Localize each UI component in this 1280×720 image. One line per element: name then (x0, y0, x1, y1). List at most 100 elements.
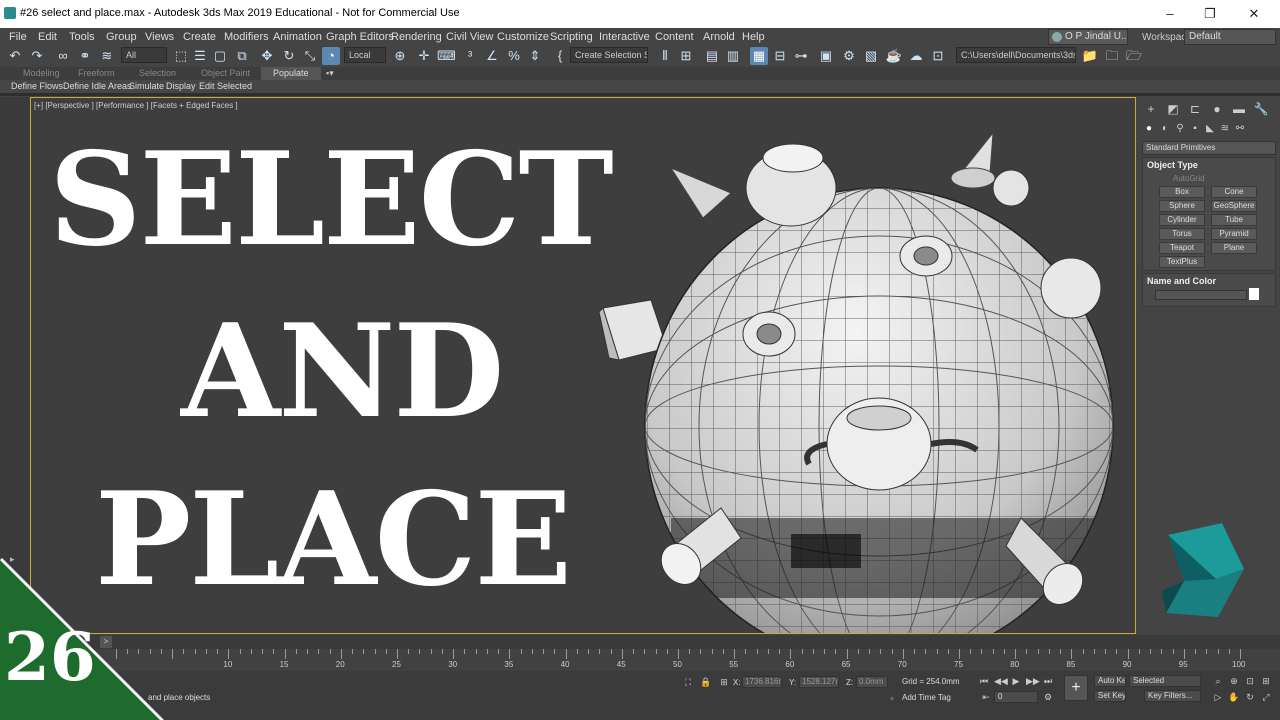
tab-selection[interactable]: Selection (139, 68, 176, 78)
render-production-icon[interactable]: ☕ (885, 47, 903, 65)
pan-view-icon[interactable]: ✋ (1228, 691, 1240, 703)
close-button[interactable]: ✕ (1234, 4, 1274, 24)
primitive-category-select[interactable]: Standard Primitives (1142, 141, 1276, 155)
cylinder-button[interactable]: Cylinder (1159, 214, 1205, 226)
keyboard-shortcut-icon[interactable]: ⌨ (437, 47, 456, 65)
textplus-button[interactable]: TextPlus (1159, 256, 1205, 268)
systems-icon[interactable]: ⚯ (1231, 121, 1249, 137)
current-frame-field[interactable]: 0 (994, 691, 1038, 703)
menu-graph-editors[interactable]: Graph Editors (326, 31, 394, 43)
menu-customize[interactable]: Customize (497, 31, 549, 43)
undo-icon[interactable]: ↶ (6, 47, 24, 65)
go-to-start-icon[interactable]: ⏮ (978, 675, 990, 687)
define-idle-areas-button[interactable]: Define Idle Areas (63, 81, 132, 91)
spinner-snap-icon[interactable]: ⇕ (526, 47, 544, 65)
menu-file[interactable]: File (9, 31, 27, 43)
align-icon[interactable]: ⊞ (677, 47, 695, 65)
menu-arnold[interactable]: Arnold (703, 31, 735, 43)
key-mode-icon[interactable]: ⇤ (980, 691, 992, 703)
user-account-dropdown[interactable]: O P Jindal U... (1048, 29, 1128, 45)
modify-tab-icon[interactable]: ◩ (1164, 101, 1182, 117)
toggle-ribbon-icon[interactable]: ▦ (750, 47, 768, 65)
autogrid-checkbox[interactable]: AutoGrid (1173, 174, 1205, 183)
zoom-all-icon[interactable]: ⊕ (1228, 675, 1240, 687)
selection-lock-icon[interactable]: 🔒 (700, 676, 712, 688)
time-slider-bar[interactable]: > (0, 635, 1280, 649)
isolate-selection-icon[interactable]: ⛶ (682, 676, 694, 688)
scene-explorer-icon[interactable]: ▤ (703, 47, 721, 65)
menu-group[interactable]: Group (106, 31, 137, 43)
bind-space-warp-icon[interactable]: ≋ (98, 47, 116, 65)
pivot-center-icon[interactable]: ⊕ (391, 47, 409, 65)
previous-frame-icon[interactable]: ◀◀ (994, 675, 1008, 687)
a360-gallery-icon[interactable]: ⊡ (929, 47, 947, 65)
percent-snap-icon[interactable]: % (505, 47, 523, 65)
rectangular-selection-icon[interactable]: ▢ (211, 47, 229, 65)
motion-tab-icon[interactable]: ● (1208, 101, 1226, 117)
link-icon[interactable]: ∞ (54, 47, 72, 65)
zoom-icon[interactable]: ⌕ (1212, 675, 1224, 687)
set-key-big-button[interactable]: + (1064, 675, 1088, 701)
curve-editor-icon[interactable]: ⊟ (771, 47, 789, 65)
tube-button[interactable]: Tube (1211, 214, 1257, 226)
key-filters-button[interactable]: Key Filters... (1144, 690, 1201, 702)
select-object-icon[interactable]: ⬚ (172, 47, 190, 65)
set-project-icon[interactable]: 🗁 (1125, 47, 1143, 65)
minimize-button[interactable]: – (1150, 4, 1190, 24)
menu-scripting[interactable]: Scripting (550, 31, 593, 43)
rotate-icon[interactable]: ↻ (280, 47, 298, 65)
menu-modifiers[interactable]: Modifiers (224, 31, 269, 43)
unlink-icon[interactable]: ⚭ (76, 47, 94, 65)
rendered-frame-window-icon[interactable]: ▧ (862, 47, 880, 65)
cone-button[interactable]: Cone (1211, 186, 1257, 198)
reference-coordinate-select[interactable]: Local (344, 47, 386, 63)
render-in-cloud-icon[interactable]: ☁ (907, 47, 925, 65)
display-button[interactable]: Display (166, 81, 196, 91)
menu-create[interactable]: Create (183, 31, 216, 43)
utilities-tab-icon[interactable]: 🔧 (1252, 101, 1270, 117)
hierarchy-tab-icon[interactable]: ⊏ (1186, 101, 1204, 117)
window-crossing-icon[interactable]: ⧉ (233, 47, 251, 65)
new-folder-icon[interactable]: 🗀 (1103, 47, 1121, 65)
redo-icon[interactable]: ↷ (28, 47, 46, 65)
auto-key-button[interactable]: Auto Key (1094, 675, 1126, 687)
ribbon-options-icon[interactable]: ▪▾ (326, 68, 334, 79)
menu-interactive[interactable]: Interactive (599, 31, 650, 43)
angle-snap-icon[interactable]: ∠ (483, 47, 501, 65)
add-time-tag-button[interactable]: Add Time Tag (902, 693, 951, 702)
field-of-view-icon[interactable]: ▷ (1212, 691, 1224, 703)
zoom-extents-icon[interactable]: ⊡ (1244, 675, 1256, 687)
open-file-icon[interactable]: 📁 (1081, 47, 1099, 65)
sphere-button[interactable]: Sphere (1159, 200, 1205, 212)
maximize-viewport-icon[interactable]: ⤢ (1260, 691, 1272, 703)
create-tab-icon[interactable]: + (1142, 101, 1160, 117)
box-button[interactable]: Box (1159, 186, 1205, 198)
torus-button[interactable]: Torus (1159, 228, 1205, 240)
menu-edit[interactable]: Edit (38, 31, 57, 43)
timeline-ruler[interactable]: 10 15 20 25 30 35 40 45 50 55 60 65 70 75 80 85 90 95 100 (0, 649, 1280, 671)
menu-tools[interactable]: Tools (69, 31, 95, 43)
workspace-select[interactable]: Default (1184, 29, 1276, 45)
expand-arrow-icon[interactable]: ▸ (10, 554, 15, 565)
object-type-title[interactable]: Object Type (1147, 160, 1198, 170)
go-to-end-icon[interactable]: ⏭ (1042, 675, 1054, 687)
zoom-extents-all-icon[interactable]: ⊞ (1260, 675, 1272, 687)
menu-civil-view[interactable]: Civil View (446, 31, 493, 43)
menu-rendering[interactable]: Rendering (391, 31, 442, 43)
manipulate-icon[interactable]: ✛ (415, 47, 433, 65)
x-coordinate-field[interactable]: 1736.816m (742, 676, 782, 688)
edit-named-selection-icon[interactable]: { (551, 47, 569, 65)
simulate-button[interactable]: Simulate (129, 81, 164, 91)
project-folder-select[interactable]: C:\Users\dell\Documents\3dsMax (956, 47, 1076, 63)
z-coordinate-field[interactable]: 0.0mm (856, 676, 888, 688)
tab-object-paint[interactable]: Object Paint (201, 68, 250, 78)
time-configuration-icon[interactable]: ⚙ (1042, 691, 1054, 703)
perspective-viewport[interactable]: [+] [Perspective ] [Performance ] [Facet… (30, 97, 1136, 634)
display-tab-icon[interactable]: ▬ (1230, 101, 1248, 117)
geosphere-button[interactable]: GeoSphere (1211, 200, 1257, 212)
play-icon[interactable]: ▶ (1010, 675, 1022, 687)
tab-freeform[interactable]: Freeform (78, 68, 115, 78)
name-and-color-title[interactable]: Name and Color (1147, 276, 1216, 286)
object-color-swatch[interactable] (1249, 288, 1259, 300)
next-frame-icon[interactable]: ▶▶ (1026, 675, 1040, 687)
